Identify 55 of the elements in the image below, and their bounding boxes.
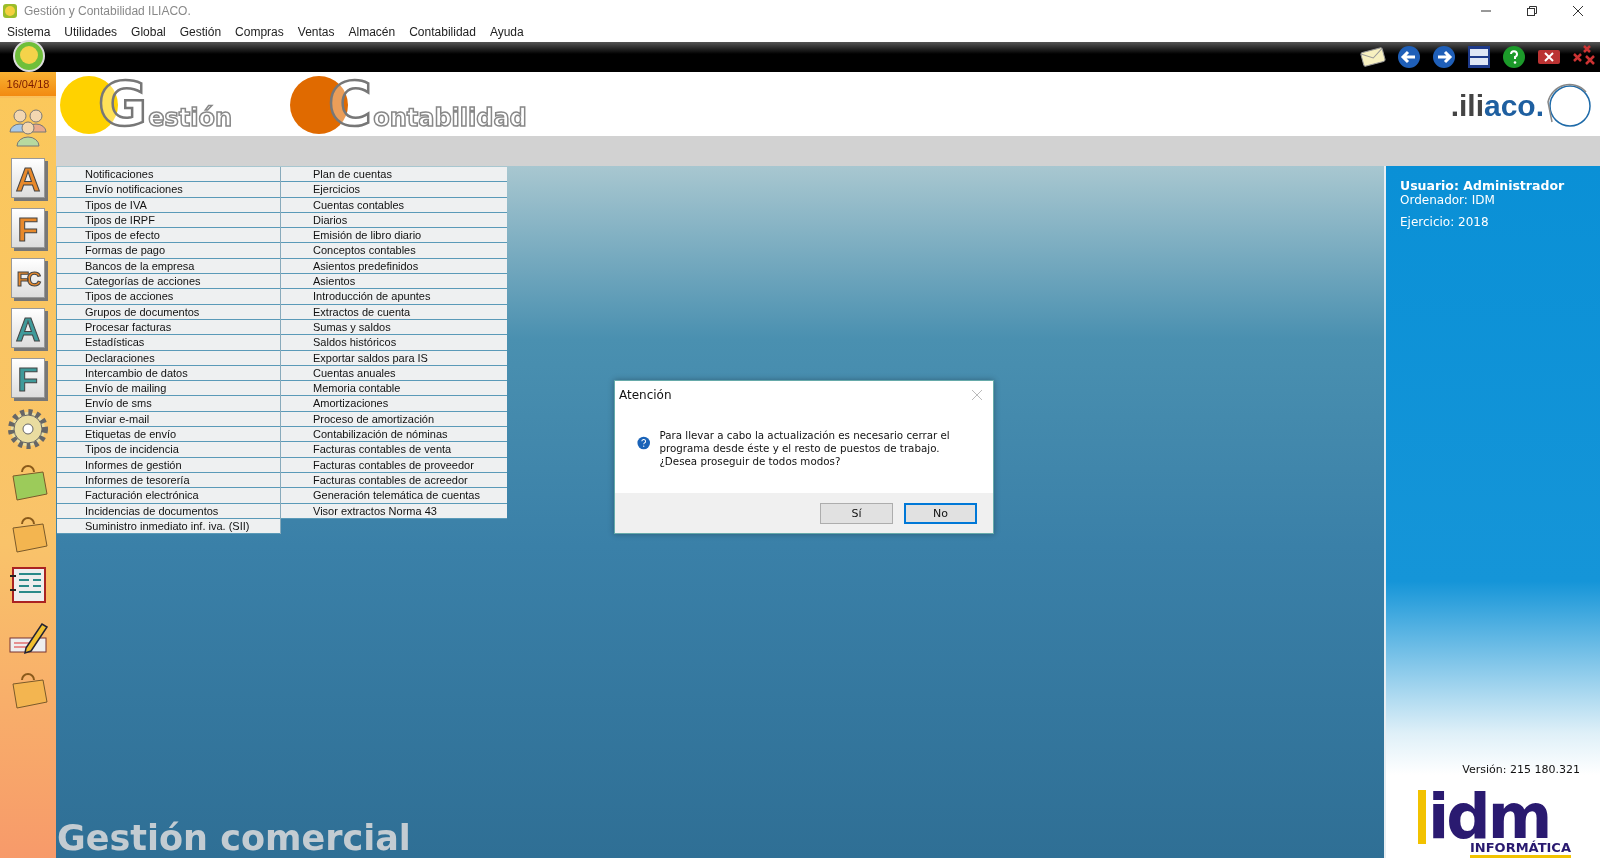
letter-tile[interactable]: FC	[11, 258, 45, 298]
menu-item[interactable]: Compras	[235, 25, 284, 39]
menu-item[interactable]: Utilidades	[64, 25, 118, 39]
menu-list-item[interactable]: Saldos históricos	[281, 335, 507, 351]
yes-button[interactable]: Sí	[820, 502, 893, 524]
window-icon[interactable]	[1467, 45, 1491, 69]
no-button[interactable]: No	[904, 502, 977, 524]
menu-list-item[interactable]: Introducción de apuntes	[281, 289, 507, 305]
window-title: Gestión y Contabilidad ILIACO.	[24, 4, 191, 18]
menu-list-item[interactable]: Notificaciones	[57, 167, 280, 183]
menu-list-item[interactable]: Tipos de incidencia	[57, 442, 280, 458]
menu-list-item[interactable]: Formas de pago	[57, 243, 280, 259]
menu-list-item[interactable]: Categorías de acciones	[57, 274, 280, 290]
menu-list-item[interactable]: Tipos de acciones	[57, 289, 280, 305]
menu-list-item[interactable]: Asientos	[281, 274, 507, 290]
version-label: Versión: 215 180.321	[1461, 763, 1581, 776]
gear-icon[interactable]	[7, 408, 49, 450]
menu-list-item[interactable]: Conceptos contables	[281, 243, 507, 259]
menu-list-item[interactable]: Facturación electrónica	[57, 488, 280, 504]
menu-list-item[interactable]: Emisión de libro diario	[281, 228, 507, 244]
menu-item[interactable]: Contabilidad	[409, 25, 476, 39]
app-icon	[2, 3, 18, 19]
iliaco-logo: .iliaco.	[1450, 76, 1600, 136]
menu-list-item[interactable]: Amortizaciones	[281, 396, 507, 412]
notebook-icon[interactable]	[7, 564, 49, 606]
date-label: 16/04/18	[0, 72, 56, 98]
menu-list-item[interactable]: Plan de cuentas	[281, 167, 507, 183]
dialog-title: Atención	[619, 388, 672, 402]
menu-item[interactable]: Almacén	[348, 25, 396, 39]
year-label: Ejercicio: 2018	[1400, 215, 1490, 229]
menu-item[interactable]: Gestión	[179, 25, 222, 39]
envelope-icon[interactable]	[1360, 46, 1386, 68]
section-title: Gestión comercial	[56, 818, 412, 858]
close-icon[interactable]	[1572, 5, 1584, 17]
help-icon[interactable]	[1502, 45, 1526, 69]
menu-list-item[interactable]: Etiquetas de envío	[57, 427, 280, 443]
menu-list-item[interactable]: Envío de sms	[57, 396, 280, 412]
restore-icon[interactable]	[1526, 5, 1538, 17]
menu-list-item[interactable]: Contabilización de nóminas	[281, 427, 507, 443]
menu-list-item[interactable]: Facturas contables de venta	[281, 442, 507, 458]
computer-label: Ordenador: IDM	[1400, 193, 1496, 207]
menu-list-item[interactable]: Generación telemática de cuentas	[281, 488, 507, 504]
user-label: Usuario: Administrador	[1400, 178, 1566, 193]
menu-item[interactable]: Ayuda	[489, 25, 524, 39]
menu-list-item[interactable]: Envío de mailing	[57, 381, 280, 397]
dialog-message: Para llevar a cabo la actualización es necesario cerrar el programa desde éste y el resto de puestos de trabajo. ¿Desea proseguir de todos modos?	[659, 428, 951, 468]
menu-list-item[interactable]: Ejercicios	[281, 182, 507, 198]
menu-list-item[interactable]: Memoria contable	[281, 381, 507, 397]
menu-list-item[interactable]: Estadísticas	[57, 335, 280, 351]
menu-item[interactable]: Ventas	[297, 25, 335, 39]
menu-item[interactable]: Global	[131, 25, 166, 39]
close-icon[interactable]	[1537, 48, 1561, 66]
menu-item[interactable]: Sistema	[7, 25, 51, 39]
menu-list-item[interactable]: Tipos de efecto	[57, 228, 280, 244]
menu-list-item[interactable]: Envío notificaciones	[57, 182, 280, 198]
